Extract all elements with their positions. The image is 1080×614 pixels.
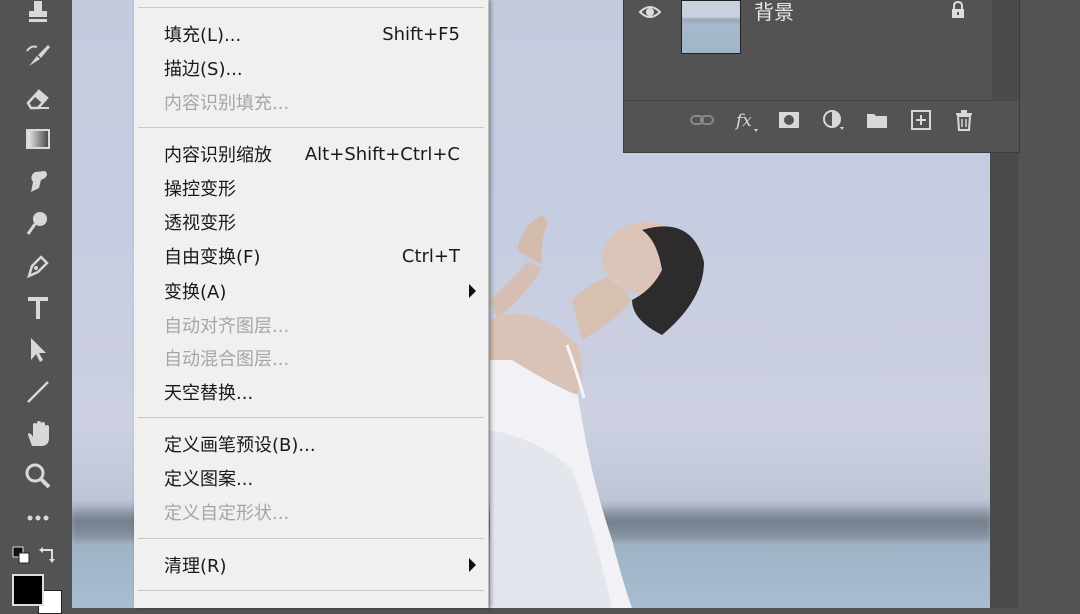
default-colors-icon[interactable] (12, 546, 30, 564)
menu-item-label: 自动混合图层... (164, 349, 290, 370)
new-layer-icon[interactable] (908, 107, 934, 133)
submenu-arrow-icon (469, 284, 476, 298)
menu-separator (138, 538, 484, 539)
path-select-icon[interactable] (18, 332, 58, 368)
menu-item-define-custom-shape: 定义自定形状... (164, 497, 460, 527)
folder-icon[interactable] (864, 107, 890, 133)
menu-item-define-pattern[interactable]: 定义图案... (164, 463, 460, 493)
menu-item-shortcut: Shift+F5 (382, 23, 460, 45)
menu-item-transform[interactable]: 变换(A) (164, 276, 476, 306)
menu-item-label: 定义图案... (164, 469, 254, 490)
menu-item-label: 清理(R) (164, 556, 227, 577)
menu-item-auto-align-layers: 自动对齐图层... (164, 310, 460, 340)
zoom-icon[interactable] (18, 458, 58, 494)
menu-item-define-brush-preset[interactable]: 定义画笔预设(B)... (164, 429, 460, 459)
menu-separator (138, 590, 484, 591)
layer-row-background[interactable]: 背景 (624, 0, 992, 60)
menu-item-label: 透视变形 (164, 213, 236, 234)
menu-item-free-transform[interactable]: 自由变换(F) Ctrl+T (164, 241, 460, 271)
tools-panel (0, 0, 70, 614)
menu-item-perspective-warp[interactable]: 透视变形 (164, 207, 460, 237)
menu-item-stroke[interactable]: 描边(S)... (164, 53, 460, 83)
menu-item-label: 天空替换... (164, 383, 254, 404)
eye-icon[interactable] (638, 0, 662, 24)
submenu-arrow-icon (469, 558, 476, 572)
menu-separator (138, 7, 484, 8)
menu-item-label: 内容识别缩放 (164, 145, 272, 166)
layer-thumbnail (681, 0, 741, 54)
menu-item-label: 变换(A) (164, 282, 227, 303)
menu-item-content-aware-scale[interactable]: 内容识别缩放 Alt+Shift+Ctrl+C (164, 139, 460, 169)
lock-icon[interactable] (948, 0, 968, 20)
svg-text:fx: fx (734, 111, 752, 131)
layers-panel: 背景 fx (623, 0, 1020, 153)
menu-item-label: 定义自定形状... (164, 503, 290, 524)
menu-item-fill[interactable]: 填充(L)... Shift+F5 (164, 19, 460, 49)
menu-item-label: 填充(L)... (164, 25, 242, 46)
more-icon[interactable] (18, 500, 58, 536)
link-icon[interactable] (689, 107, 715, 133)
type-icon[interactable] (18, 290, 58, 326)
right-panel-area (1018, 0, 1080, 608)
menu-separator (138, 127, 484, 128)
gradient-icon[interactable] (18, 121, 58, 157)
menu-item-label: 操控变形 (164, 179, 236, 200)
dodge-icon[interactable] (18, 205, 58, 241)
menu-item-label: 自动对齐图层... (164, 316, 290, 337)
menu-item-purge[interactable]: 清理(R) (164, 550, 476, 580)
foreground-color-swatch[interactable] (12, 574, 44, 606)
menu-item-shortcut: Ctrl+T (401, 245, 460, 267)
menu-separator (138, 417, 484, 418)
pen-icon[interactable] (18, 247, 58, 283)
eraser-icon[interactable] (18, 80, 58, 116)
trash-icon[interactable] (951, 107, 977, 133)
menu-item-sky-replacement[interactable]: 天空替换... (164, 377, 460, 407)
menu-item-content-aware-fill: 内容识别填充... (164, 87, 460, 117)
adjustment-icon[interactable] (820, 107, 846, 133)
menu-item-label: 描边(S)... (164, 59, 243, 80)
line-icon[interactable] (18, 374, 58, 410)
edit-menu: 填充(L)... Shift+F5 描边(S)... 内容识别填充... 内容识… (134, 0, 489, 608)
menu-item-shortcut: Alt+Shift+Ctrl+C (304, 143, 460, 165)
history-brush-icon[interactable] (18, 38, 58, 74)
layer-name: 背景 (754, 0, 794, 24)
layers-toolbar: fx (624, 100, 1019, 141)
stamp-icon[interactable] (18, 0, 58, 32)
menu-item-label: 自由变换(F) (164, 247, 261, 268)
smudge-icon[interactable] (18, 163, 58, 199)
menu-item-puppet-warp[interactable]: 操控变形 (164, 173, 460, 203)
menu-item-auto-blend-layers: 自动混合图层... (164, 343, 460, 373)
swap-colors-icon[interactable] (38, 546, 58, 564)
mask-icon[interactable] (776, 107, 802, 133)
menu-item-label: 定义画笔预设(B)... (164, 435, 316, 456)
layers-scrollbar[interactable] (992, 0, 1019, 100)
hand-icon[interactable] (18, 416, 58, 452)
menu-item-label: 内容识别填充... (164, 93, 290, 114)
fx-icon[interactable]: fx (734, 107, 760, 133)
